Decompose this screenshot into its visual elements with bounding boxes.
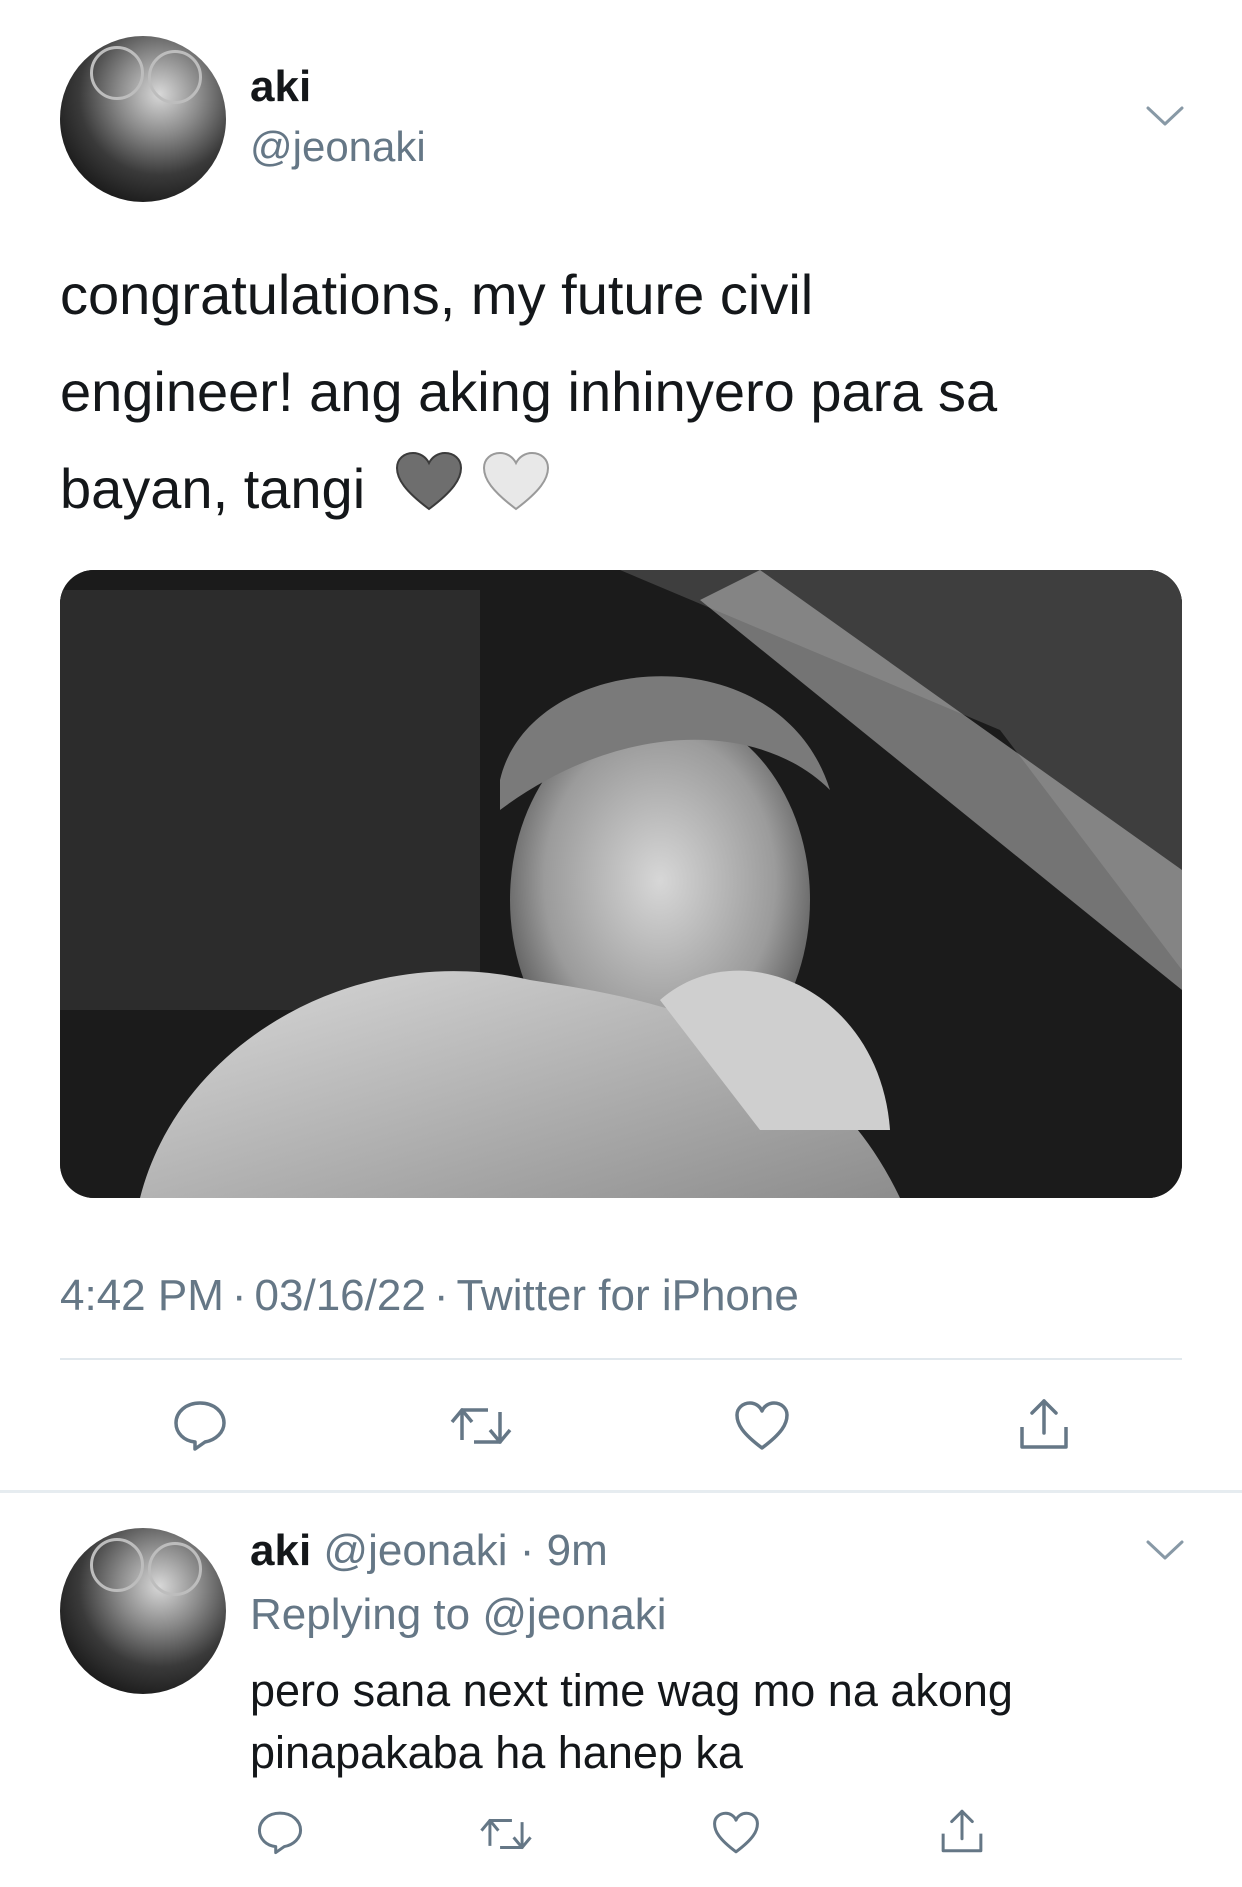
- replying-to-handle[interactable]: @jeonaki: [482, 1590, 666, 1639]
- avatar-glasses: [90, 46, 144, 100]
- avatar-glasses: [90, 1538, 144, 1592]
- reply-author-handle[interactable]: @jeonaki: [323, 1526, 507, 1575]
- tweet-text-line: engineer! ang aking inhinyero para sa: [60, 360, 998, 423]
- metadata-divider: [60, 1358, 1182, 1360]
- avatar-glasses: [148, 50, 202, 104]
- reply-icon[interactable]: [172, 1397, 228, 1453]
- retweet-icon[interactable]: [478, 1812, 534, 1856]
- like-icon[interactable]: [712, 1810, 760, 1856]
- avatar-glasses: [148, 1542, 202, 1596]
- author-handle[interactable]: @jeonaki: [250, 123, 426, 171]
- tweet-text-line: bayan, tangi: [60, 440, 1190, 542]
- tweet-source[interactable]: Twitter for iPhone: [456, 1271, 798, 1320]
- meta-separator: ·: [507, 1526, 547, 1575]
- reply-icon[interactable]: [256, 1808, 304, 1856]
- tweet-text: congratulations, my future civil enginee…: [60, 246, 1190, 542]
- reply-text-line: pinapakaba ha hanep ka: [250, 1727, 743, 1778]
- chevron-down-icon[interactable]: [1145, 104, 1185, 128]
- reply-header: aki @jeonaki · 9m: [250, 1526, 608, 1576]
- chevron-down-icon[interactable]: [1145, 1538, 1185, 1562]
- reply-text: pero sana next time wag mo na akong pina…: [250, 1660, 1210, 1784]
- like-icon[interactable]: [734, 1400, 790, 1452]
- tweet-date: 03/16/22: [254, 1271, 426, 1320]
- share-icon[interactable]: [938, 1806, 986, 1856]
- author-name[interactable]: aki: [250, 62, 311, 112]
- tweet-metadata: 4:42 PM · 03/16/22 · Twitter for iPhone: [60, 1271, 799, 1321]
- reply-author-avatar[interactable]: [60, 1528, 226, 1694]
- white-heart-emoji: [482, 445, 550, 542]
- meta-separator: ·: [433, 1271, 449, 1320]
- retweet-icon[interactable]: [448, 1400, 514, 1452]
- tweet-text-line: congratulations, my future civil: [60, 263, 814, 326]
- author-avatar[interactable]: [60, 36, 226, 202]
- meta-separator: ·: [231, 1271, 247, 1320]
- tweet-text-line-part: bayan, tangi: [60, 457, 366, 520]
- replying-to-label: Replying to: [250, 1590, 471, 1639]
- reply-author-name[interactable]: aki: [250, 1526, 311, 1575]
- tweet-time: 4:42 PM: [60, 1271, 224, 1320]
- replying-to: Replying to @jeonaki: [250, 1590, 666, 1640]
- photo-illustration: [60, 570, 1182, 1198]
- reply-age: 9m: [546, 1526, 608, 1575]
- share-icon[interactable]: [1016, 1395, 1072, 1453]
- reply-text-line: pero sana next time wag mo na akong: [250, 1665, 1013, 1716]
- tweet-divider: [0, 1490, 1242, 1493]
- grey-heart-emoji: [395, 445, 463, 542]
- tweet-photo[interactable]: [60, 570, 1182, 1198]
